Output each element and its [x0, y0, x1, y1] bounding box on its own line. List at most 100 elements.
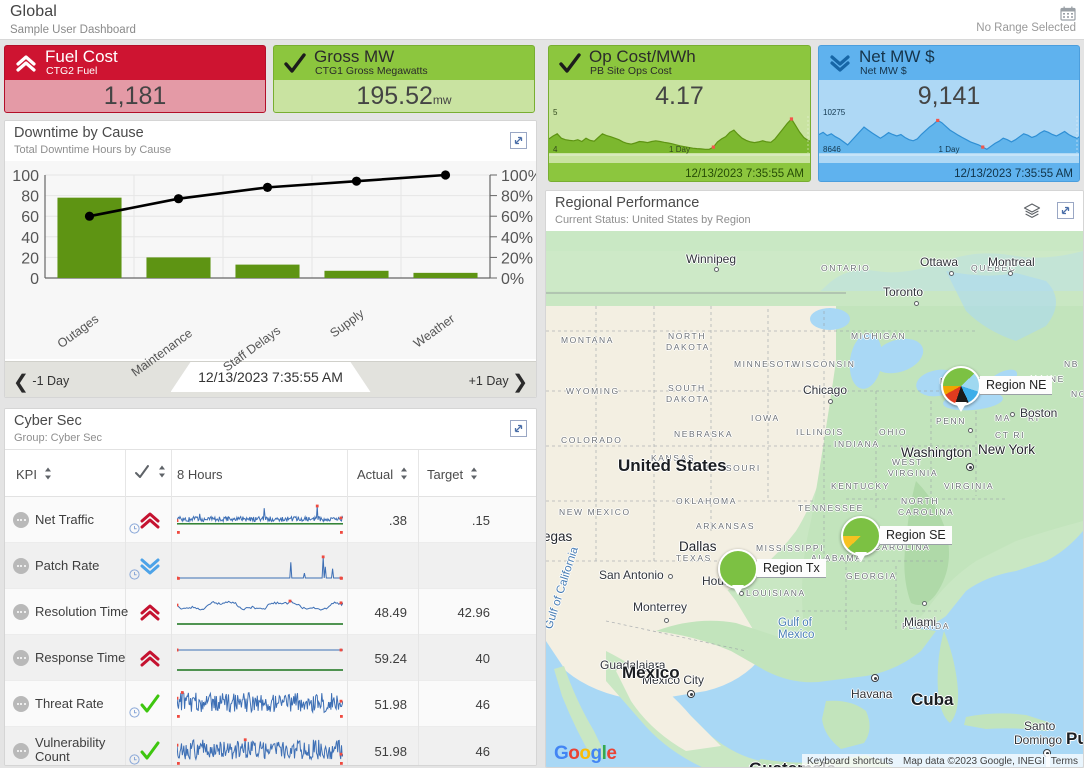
row-menu-icon[interactable]	[13, 512, 29, 528]
column-header-target[interactable]: Target	[427, 467, 478, 483]
sort-icon[interactable]	[158, 465, 166, 481]
column-header-actual[interactable]: Actual	[357, 467, 408, 483]
table-cell-target: 40	[418, 651, 490, 666]
current-date-label[interactable]: 12/13/2023 7:35:55 AM	[171, 362, 371, 392]
sparkline-net-mw: 10275 8646 1 Day	[819, 107, 1079, 163]
kpi-card-fuel-cost[interactable]: Fuel Cost CTG2 Fuel 1,181	[4, 45, 266, 113]
marker-pie-chart	[841, 516, 881, 556]
svg-text:80: 80	[21, 189, 39, 206]
dashboard-root: Global Sample User Dashboard No Range Se…	[0, 0, 1084, 768]
kpi-card-body: 1,181	[5, 80, 265, 112]
svg-text:20%: 20%	[501, 250, 533, 267]
map-label-west-virginia-2: VIRGINIA	[888, 468, 938, 478]
marker-label: Region SE	[880, 526, 952, 545]
row-menu-icon[interactable]	[13, 743, 29, 759]
table-row[interactable]: Response Time59.2440	[5, 635, 536, 681]
svg-text:20: 20	[21, 250, 39, 267]
column-divider	[171, 497, 172, 543]
map-label-san-antonio: San Antonio	[599, 568, 664, 582]
map-dot-winnipeg	[714, 267, 719, 272]
map-label-mississippi: MISSISSIPPI	[756, 543, 824, 553]
table-cell-kpi: Response Time	[35, 651, 125, 665]
table-cell-target: .15	[418, 513, 490, 528]
table-row[interactable]: Resolution Time48.4942.96	[5, 589, 536, 635]
row-menu-icon[interactable]	[13, 650, 29, 666]
kpi-card-net-mw[interactable]: Net MW $ Net MW $ 9,141 10275 8646 1 Day…	[818, 45, 1080, 182]
table-body: Net Traffic.38.15Patch RateResolution Ti…	[5, 497, 536, 766]
table-row[interactable]: Net Traffic.38.15	[5, 497, 536, 543]
kpi-card-gross-mw[interactable]: Gross MW CTG1 Gross Megawatts 195.52mw	[273, 45, 535, 113]
table-cell-sparkline	[177, 504, 343, 541]
layers-icon[interactable]	[1023, 202, 1041, 220]
column-divider	[171, 681, 172, 727]
map-dot-mexico-city	[687, 690, 695, 698]
kpi-card-header: Fuel Cost CTG2 Fuel	[5, 46, 265, 80]
svg-text:60: 60	[21, 209, 39, 226]
table-row[interactable]: Vulnerability Count51.9846	[5, 727, 536, 766]
kpi-table: KPI 8 Hours Actual	[5, 449, 536, 766]
double-chevron-down-icon	[827, 50, 853, 76]
map-label-wyoming: WYOMING	[566, 386, 620, 396]
table-cell-actual: 51.98	[347, 744, 407, 759]
date-range-label[interactable]: No Range Selected	[976, 22, 1076, 34]
table-cell-kpi: Net Traffic	[35, 513, 94, 527]
calendar-icon[interactable]	[1060, 6, 1076, 21]
expand-icon[interactable]	[510, 420, 527, 437]
panel-subtitle: Current Status: United States by Region	[555, 214, 751, 226]
column-divider	[418, 450, 419, 498]
check-icon	[139, 693, 161, 715]
sort-icon[interactable]	[44, 467, 52, 483]
svg-text:100%: 100%	[501, 168, 537, 185]
map-dot-toronto	[914, 301, 919, 306]
sparkline-max-label: 10275	[823, 108, 845, 117]
map-label-north-carolina: NORTH	[901, 496, 939, 506]
map-label-winnipeg: Winnipeg	[686, 252, 736, 266]
column-divider	[125, 450, 126, 498]
map-label-gulf-of-mexico: Gulf of	[778, 617, 812, 629]
map-label-new-mexico: NEW MEXICO	[559, 507, 631, 517]
map-dot-havana	[871, 674, 879, 682]
map-label-iowa: IOWA	[751, 413, 780, 423]
prev-day-button[interactable]: ❮ -1 Day	[13, 371, 69, 394]
kpi-value: 1,181	[5, 82, 265, 111]
map-label-texas: TEXAS	[676, 553, 712, 563]
prev-day-label: -1 Day	[32, 374, 69, 388]
table-cell-kpi: Vulnerability Count	[35, 736, 113, 764]
marker-pie-chart	[941, 366, 981, 406]
expand-icon[interactable]	[510, 132, 527, 149]
map-label-nova-scotia: NO	[1071, 389, 1083, 399]
map-terms-link[interactable]: Terms	[1046, 754, 1083, 768]
marker-pie-chart	[718, 549, 758, 589]
row-menu-icon[interactable]	[13, 696, 29, 712]
table-cell-sparkline	[177, 735, 343, 766]
table-cell-kpi: Threat Rate	[35, 697, 104, 711]
kpi-description: CTG2 Fuel	[46, 65, 97, 77]
next-day-button[interactable]: +1 Day ❯	[469, 371, 528, 394]
map-label-nb: NB	[1064, 359, 1079, 369]
sparkline-svg	[549, 107, 811, 163]
check-icon	[133, 463, 151, 484]
svg-text:0%: 0%	[501, 271, 524, 288]
map-label-ottawa: Ottawa	[920, 255, 958, 269]
column-divider	[418, 543, 419, 589]
map-label-colorado: COLORADO	[561, 435, 622, 445]
map-label-indiana: INDIANA	[834, 439, 880, 449]
map-label-ontario: ONTARIO	[821, 263, 870, 273]
table-row[interactable]: Patch Rate	[5, 543, 536, 589]
svg-text:40%: 40%	[501, 230, 533, 247]
expand-icon[interactable]	[1057, 202, 1074, 219]
google-map[interactable]: ONTARIO QUEBEC NB NO NORTH DAKOTA MINNES…	[546, 231, 1083, 768]
kpi-card-op-cost[interactable]: Op Cost/MWh PB Site Ops Cost 4.17 5 4 1 …	[548, 45, 811, 182]
sort-icon[interactable]	[470, 467, 478, 483]
column-header-kpi[interactable]: KPI	[16, 467, 52, 483]
map-dot-san-antonio	[668, 574, 673, 579]
marker-tail	[855, 552, 867, 562]
table-row[interactable]: Threat Rate51.9846	[5, 681, 536, 727]
svg-text:40: 40	[21, 230, 39, 247]
row-menu-icon[interactable]	[13, 558, 29, 574]
kpi-card-body: 9,141 10275 8646 1 Day	[819, 80, 1079, 163]
sort-icon[interactable]	[400, 467, 408, 483]
column-header-status[interactable]	[133, 463, 166, 484]
keyboard-shortcuts-button[interactable]: Keyboard shortcuts	[802, 754, 898, 768]
row-menu-icon[interactable]	[13, 604, 29, 620]
